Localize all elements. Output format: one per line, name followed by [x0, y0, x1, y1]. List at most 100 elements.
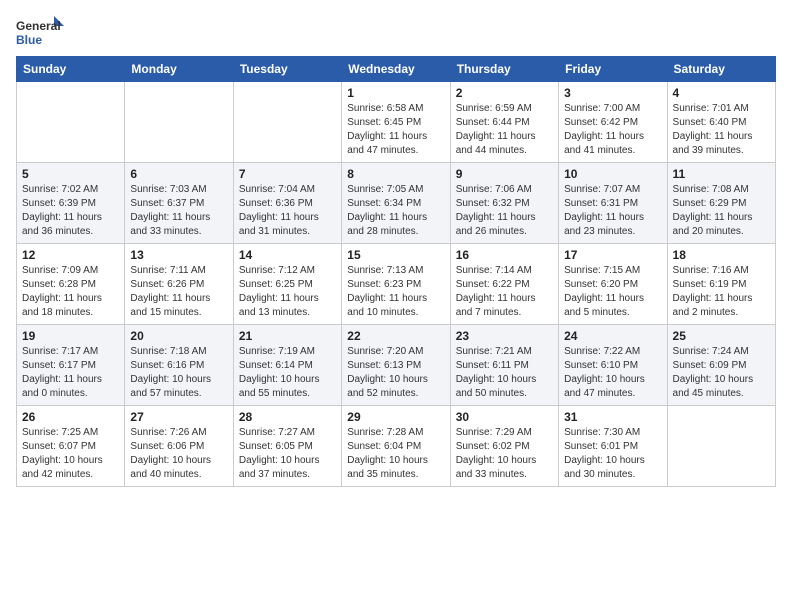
svg-text:General: General	[16, 19, 61, 33]
day-info: Sunrise: 7:30 AM Sunset: 6:01 PM Dayligh…	[564, 426, 661, 482]
calendar-cell: 14 Sunrise: 7:12 AM Sunset: 6:25 PM Dayli…	[233, 244, 341, 325]
calendar-cell: 30Sunrise: 7:29 AM Sunset: 6:02 PM Dayli…	[450, 406, 558, 487]
day-number: 31	[564, 410, 661, 424]
day-number: 2	[456, 86, 553, 100]
day-info: Sunrise: 7:08 AM Sunset: 6:29 PM Dayligh…	[673, 183, 770, 239]
calendar-cell: 9 Sunrise: 7:06 AM Sunset: 6:32 PM Daylig…	[450, 163, 558, 244]
day-info: Sunrise: 7:15 AM Sunset: 6:20 PM Dayligh…	[564, 264, 661, 320]
day-number: 28	[239, 410, 336, 424]
day-info: Sunrise: 7:28 AM Sunset: 6:04 PM Dayligh…	[347, 426, 444, 482]
calendar-week-3: 12 Sunrise: 7:09 AM Sunset: 6:28 PM Dayli…	[17, 244, 776, 325]
calendar-cell: 19 Sunrise: 7:17 AM Sunset: 6:17 PM Dayli…	[17, 325, 125, 406]
day-info: Sunrise: 7:21 AM Sunset: 6:11 PM Dayligh…	[456, 345, 553, 401]
day-info: Sunrise: 7:18 AM Sunset: 6:16 PM Dayligh…	[130, 345, 227, 401]
calendar-cell	[233, 82, 341, 163]
day-number: 17	[564, 248, 661, 262]
calendar-cell: 18Sunrise: 7:16 AM Sunset: 6:19 PM Dayli…	[667, 244, 775, 325]
logo: GeneralBlue	[16, 16, 66, 48]
calendar-cell: 28 Sunrise: 7:27 AM Sunset: 6:05 PM Dayli…	[233, 406, 341, 487]
calendar-cell: 7Sunrise: 7:04 AM Sunset: 6:36 PM Daylig…	[233, 163, 341, 244]
day-info: Sunrise: 7:05 AM Sunset: 6:34 PM Dayligh…	[347, 183, 444, 239]
calendar-cell: 13 Sunrise: 7:11 AM Sunset: 6:26 PM Dayli…	[125, 244, 233, 325]
day-number: 12	[22, 248, 119, 262]
day-number: 3	[564, 86, 661, 100]
calendar-week-4: 19 Sunrise: 7:17 AM Sunset: 6:17 PM Dayli…	[17, 325, 776, 406]
day-info: Sunrise: 7:06 AM Sunset: 6:32 PM Dayligh…	[456, 183, 553, 239]
day-number: 4	[673, 86, 770, 100]
calendar-cell	[17, 82, 125, 163]
day-info: Sunrise: 7:11 AM Sunset: 6:26 PM Dayligh…	[130, 264, 227, 320]
svg-text:Blue: Blue	[16, 33, 42, 47]
day-number: 20	[130, 329, 227, 343]
day-number: 1	[347, 86, 444, 100]
calendar-cell: 17 Sunrise: 7:15 AM Sunset: 6:20 PM Dayli…	[559, 244, 667, 325]
calendar-cell: 21 Sunrise: 7:19 AM Sunset: 6:14 PM Dayli…	[233, 325, 341, 406]
day-number: 5	[22, 167, 119, 181]
calendar-week-2: 5 Sunrise: 7:02 AM Sunset: 6:39 PM Daylig…	[17, 163, 776, 244]
day-number: 24	[564, 329, 661, 343]
calendar-week-1: 1 Sunrise: 6:58 AM Sunset: 6:45 PM Daylig…	[17, 82, 776, 163]
day-info: Sunrise: 7:26 AM Sunset: 6:06 PM Dayligh…	[130, 426, 227, 482]
calendar-cell: 5 Sunrise: 7:02 AM Sunset: 6:39 PM Daylig…	[17, 163, 125, 244]
day-number: 29	[347, 410, 444, 424]
day-info: Sunrise: 7:12 AM Sunset: 6:25 PM Dayligh…	[239, 264, 336, 320]
calendar-cell: 2 Sunrise: 6:59 AM Sunset: 6:44 PM Daylig…	[450, 82, 558, 163]
calendar-cell: 10Sunrise: 7:07 AM Sunset: 6:31 PM Dayli…	[559, 163, 667, 244]
day-number: 9	[456, 167, 553, 181]
page-header: GeneralBlue	[16, 16, 776, 48]
day-info: Sunrise: 7:19 AM Sunset: 6:14 PM Dayligh…	[239, 345, 336, 401]
calendar-cell: 27 Sunrise: 7:26 AM Sunset: 6:06 PM Dayli…	[125, 406, 233, 487]
day-number: 25	[673, 329, 770, 343]
day-number: 13	[130, 248, 227, 262]
calendar-header-row: SundayMondayTuesdayWednesdayThursdayFrid…	[17, 57, 776, 82]
header-friday: Friday	[559, 57, 667, 82]
header-sunday: Sunday	[17, 57, 125, 82]
calendar-cell: 23 Sunrise: 7:21 AM Sunset: 6:11 PM Dayli…	[450, 325, 558, 406]
day-info: Sunrise: 7:22 AM Sunset: 6:10 PM Dayligh…	[564, 345, 661, 401]
day-info: Sunrise: 7:24 AM Sunset: 6:09 PM Dayligh…	[673, 345, 770, 401]
calendar-week-5: 26 Sunrise: 7:25 AM Sunset: 6:07 PM Dayli…	[17, 406, 776, 487]
calendar-cell: 4Sunrise: 7:01 AM Sunset: 6:40 PM Daylig…	[667, 82, 775, 163]
day-number: 6	[130, 167, 227, 181]
day-number: 27	[130, 410, 227, 424]
header-thursday: Thursday	[450, 57, 558, 82]
calendar-cell: 8 Sunrise: 7:05 AM Sunset: 6:34 PM Daylig…	[342, 163, 450, 244]
day-info: Sunrise: 7:02 AM Sunset: 6:39 PM Dayligh…	[22, 183, 119, 239]
day-number: 8	[347, 167, 444, 181]
calendar-cell: 16Sunrise: 7:14 AM Sunset: 6:22 PM Dayli…	[450, 244, 558, 325]
calendar-cell: 6 Sunrise: 7:03 AM Sunset: 6:37 PM Daylig…	[125, 163, 233, 244]
day-info: Sunrise: 7:25 AM Sunset: 6:07 PM Dayligh…	[22, 426, 119, 482]
day-info: Sunrise: 7:09 AM Sunset: 6:28 PM Dayligh…	[22, 264, 119, 320]
calendar-cell: 15Sunrise: 7:13 AM Sunset: 6:23 PM Dayli…	[342, 244, 450, 325]
day-info: Sunrise: 7:03 AM Sunset: 6:37 PM Dayligh…	[130, 183, 227, 239]
calendar-cell: 29 Sunrise: 7:28 AM Sunset: 6:04 PM Dayli…	[342, 406, 450, 487]
calendar-cell: 26 Sunrise: 7:25 AM Sunset: 6:07 PM Dayli…	[17, 406, 125, 487]
logo-svg: GeneralBlue	[16, 16, 66, 48]
calendar-cell: 24 Sunrise: 7:22 AM Sunset: 6:10 PM Dayli…	[559, 325, 667, 406]
day-info: Sunrise: 6:59 AM Sunset: 6:44 PM Dayligh…	[456, 102, 553, 158]
day-info: Sunrise: 7:27 AM Sunset: 6:05 PM Dayligh…	[239, 426, 336, 482]
day-info: Sunrise: 7:20 AM Sunset: 6:13 PM Dayligh…	[347, 345, 444, 401]
calendar-cell: 12 Sunrise: 7:09 AM Sunset: 6:28 PM Dayli…	[17, 244, 125, 325]
day-info: Sunrise: 6:58 AM Sunset: 6:45 PM Dayligh…	[347, 102, 444, 158]
day-number: 7	[239, 167, 336, 181]
calendar-cell: 20 Sunrise: 7:18 AM Sunset: 6:16 PM Dayli…	[125, 325, 233, 406]
header-monday: Monday	[125, 57, 233, 82]
calendar-cell: 31 Sunrise: 7:30 AM Sunset: 6:01 PM Dayli…	[559, 406, 667, 487]
day-number: 21	[239, 329, 336, 343]
day-number: 26	[22, 410, 119, 424]
calendar-cell: 22Sunrise: 7:20 AM Sunset: 6:13 PM Dayli…	[342, 325, 450, 406]
day-number: 19	[22, 329, 119, 343]
day-number: 16	[456, 248, 553, 262]
day-number: 14	[239, 248, 336, 262]
day-number: 23	[456, 329, 553, 343]
day-info: Sunrise: 7:07 AM Sunset: 6:31 PM Dayligh…	[564, 183, 661, 239]
calendar-cell	[667, 406, 775, 487]
calendar-cell: 11Sunrise: 7:08 AM Sunset: 6:29 PM Dayli…	[667, 163, 775, 244]
calendar-cell	[125, 82, 233, 163]
day-info: Sunrise: 7:29 AM Sunset: 6:02 PM Dayligh…	[456, 426, 553, 482]
day-info: Sunrise: 7:00 AM Sunset: 6:42 PM Dayligh…	[564, 102, 661, 158]
header-wednesday: Wednesday	[342, 57, 450, 82]
day-info: Sunrise: 7:17 AM Sunset: 6:17 PM Dayligh…	[22, 345, 119, 401]
day-number: 18	[673, 248, 770, 262]
